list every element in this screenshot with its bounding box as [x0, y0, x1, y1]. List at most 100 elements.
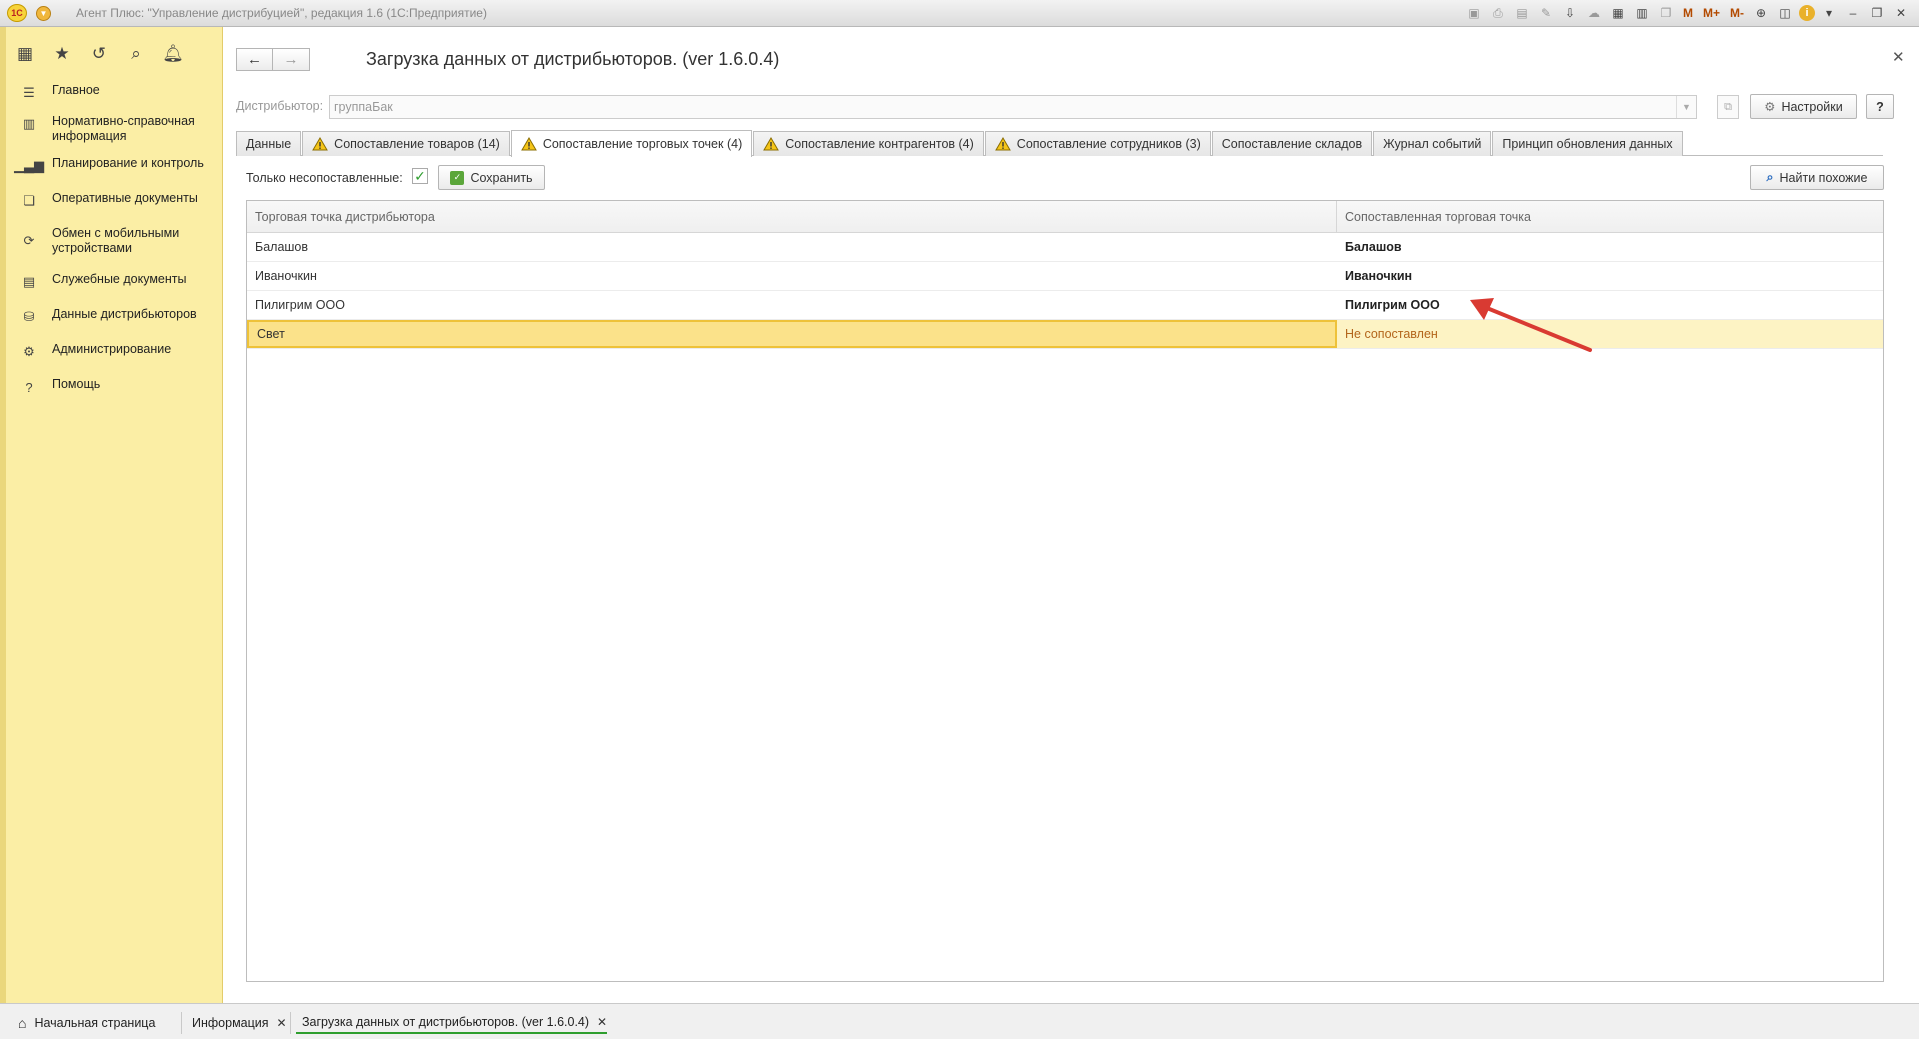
tab-counterparties-matching[interactable]: Сопоставление контрагентов (4) [753, 131, 984, 156]
sidebar-item-operative-docs[interactable]: ❏ Оперативные документы [20, 188, 220, 213]
sidebar-item-service-docs[interactable]: ▤ Служебные документы [20, 269, 220, 294]
checkmark-icon: ✓ [414, 168, 426, 184]
distributor-outlet-cell[interactable]: Свет [247, 320, 1337, 348]
column-header-matched-outlet[interactable]: Сопоставленная торговая точка [1337, 201, 1883, 232]
memory-m-button[interactable]: M [1680, 3, 1696, 23]
distributor-outlet-cell[interactable]: Балашов [247, 233, 1337, 261]
bottom-tab-home[interactable]: ⌂ Начальная страница [18, 1012, 155, 1034]
sidebar-item-planning[interactable]: ▁▃▆ Планирование и контроль [14, 153, 220, 178]
settings-button[interactable]: ⚙ Настройки [1750, 94, 1857, 119]
main-menu-dropdown-icon[interactable]: ▼ [36, 5, 51, 21]
matched-outlet-cell[interactable]: Пилигрим ООО [1337, 291, 1883, 319]
sidebar-item-label: Данные дистрибьюторов [52, 307, 197, 321]
sidebar-item-label: Служебные документы [52, 272, 187, 286]
tab-outlets-matching[interactable]: Сопоставление торговых точек (4) [510, 130, 753, 157]
question-icon: ? [25, 379, 33, 395]
sections-panel-strip [0, 27, 6, 1003]
download-icon[interactable]: ⇩ [1560, 3, 1580, 23]
tab-label: Данные [246, 137, 292, 151]
history-nav: ← → [236, 48, 310, 71]
window-titlebar: 1С ▼ Агент Плюс: "Управление дистрибуцие… [0, 0, 1919, 27]
gear-icon: ⚙ [23, 344, 35, 359]
table-row[interactable]: Пилигрим ООО Пилигрим ООО [247, 291, 1883, 320]
tab-update-principle[interactable]: Принцип обновления данных [1492, 131, 1683, 156]
preview-icon[interactable]: ▤ [1512, 3, 1532, 23]
close-form-icon[interactable]: ✕ [1892, 48, 1905, 66]
favorites-star-icon[interactable]: ★ [51, 43, 73, 65]
back-button[interactable]: ← [236, 48, 273, 71]
tab-label: Сопоставление торговых точек (4) [542, 137, 743, 151]
apps-grid-icon[interactable]: ▦ [14, 43, 36, 65]
close-icon[interactable]: ✕ [277, 1016, 287, 1030]
matched-outlet-cell[interactable]: Иваночкин [1337, 262, 1883, 290]
1c-logo-icon[interactable]: 1С [7, 4, 27, 22]
history-icon[interactable]: ↺ [88, 43, 110, 65]
minimize-icon[interactable]: – [1843, 3, 1863, 23]
menu-lines-icon: ☰ [23, 85, 35, 100]
tab-employees-matching[interactable]: Сопоставление сотрудников (3) [984, 131, 1211, 156]
bottom-tab-distributor-load[interactable]: Загрузка данных от дистрибьюторов. (ver … [296, 1012, 608, 1034]
outlets-matching-table[interactable]: Торговая точка дистрибьютора Сопоставлен… [246, 200, 1884, 982]
sidebar-item-reference[interactable]: ▥ Нормативно-справочная информация [20, 111, 220, 147]
memory-plus-button[interactable]: M+ [1700, 3, 1723, 23]
calculator-icon[interactable]: ▦ [1608, 3, 1628, 23]
distributor-data-icon: ⛁ [23, 309, 35, 324]
chevron-down-icon[interactable]: ▾ [1819, 3, 1839, 23]
only-unmatched-checkbox[interactable]: ✓ [412, 168, 428, 184]
panels-icon[interactable]: ◫ [1775, 3, 1795, 23]
home-icon: ⌂ [18, 1015, 27, 1031]
distributor-value: группаБак [334, 100, 393, 114]
link-icon[interactable]: ☁ [1584, 3, 1604, 23]
search-icon[interactable]: ⌕ [125, 43, 147, 65]
tab-warehouses-matching[interactable]: Сопоставление складов [1211, 131, 1373, 156]
sidebar-item-label: Обмен с мобильными устройствами [52, 226, 180, 255]
sidebar-item-help[interactable]: ? Помощь [20, 374, 220, 399]
distributor-outlet-cell[interactable]: Пилигрим ООО [247, 291, 1337, 319]
memory-minus-button[interactable]: M- [1727, 3, 1747, 23]
table-row-selected[interactable]: Свет Не сопоставлен [247, 320, 1883, 349]
save-button[interactable]: ✓ Сохранить [438, 165, 545, 190]
annotation-arrow-icon [1470, 298, 1592, 352]
table-row[interactable]: Иваночкин Иваночкин [247, 262, 1883, 291]
tab-event-log[interactable]: Журнал событий [1373, 131, 1492, 156]
chevron-down-icon[interactable]: ▼ [1676, 96, 1696, 118]
find-similar-button[interactable]: ⌕ Найти похожие [1750, 165, 1884, 190]
close-window-icon[interactable]: ✕ [1891, 3, 1911, 23]
service-docs-icon: ▤ [22, 274, 36, 289]
bottom-tab-info[interactable]: Информация ✕ [192, 1012, 287, 1034]
info-icon[interactable]: i [1799, 5, 1815, 21]
bar-chart-icon: ▁▃▆ [14, 158, 44, 173]
tab-label: Сопоставление контрагентов (4) [785, 137, 974, 151]
table-row[interactable]: Балашов Балашов [247, 233, 1883, 262]
distributor-outlet-cell[interactable]: Иваночкин [247, 262, 1337, 290]
close-icon[interactable]: ✕ [597, 1015, 607, 1029]
restore-icon[interactable]: ❐ [1867, 3, 1887, 23]
page-title: Загрузка данных от дистрибьюторов. (ver … [366, 49, 780, 69]
sections-nav: ☰ Главное ▥ Нормативно-справочная информ… [14, 80, 220, 399]
edit-icon[interactable]: ✎ [1536, 3, 1556, 23]
warning-icon [312, 137, 329, 151]
sidebar-item-distributor-data[interactable]: ⛁ Данные дистрибьюторов [20, 304, 220, 329]
open-link-icon[interactable]: ⧉ [1717, 95, 1739, 119]
quick-access-bar: ▦ ★ ↺ ⌕ 🔔︎ [14, 43, 184, 65]
save-icon[interactable]: ▣ [1464, 3, 1484, 23]
sidebar-item-administration[interactable]: ⚙ Администрирование [20, 339, 220, 364]
sidebar-item-main[interactable]: ☰ Главное [20, 80, 220, 105]
sidebar-item-mobile-exchange[interactable]: ⟳ Обмен с мобильными устройствами [20, 223, 220, 259]
forward-button[interactable]: → [273, 48, 310, 71]
matched-outlet-cell[interactable]: Балашов [1337, 233, 1883, 261]
calendar-icon[interactable]: ▥ [1632, 3, 1652, 23]
distributor-field[interactable]: группаБак ▼ [329, 95, 1697, 119]
zoom-icon[interactable]: ⊕ [1751, 3, 1771, 23]
column-header-distributor-outlet[interactable]: Торговая точка дистрибьютора [247, 201, 1337, 232]
matched-outlet-cell[interactable]: Не сопоставлен [1337, 320, 1883, 348]
print-icon[interactable]: ⎙ [1488, 3, 1508, 23]
tab-products-matching[interactable]: Сопоставление товаров (14) [302, 131, 510, 156]
tab-data[interactable]: Данные [236, 131, 302, 156]
arrow-left-icon: ← [247, 51, 262, 68]
help-button[interactable]: ? [1866, 94, 1894, 119]
tab-label: Журнал событий [1383, 137, 1482, 151]
notifications-bell-icon[interactable]: 🔔︎ [162, 43, 184, 65]
copy-icon[interactable]: ❐ [1656, 3, 1676, 23]
sidebar-item-label: Нормативно-справочная информация [52, 114, 195, 143]
